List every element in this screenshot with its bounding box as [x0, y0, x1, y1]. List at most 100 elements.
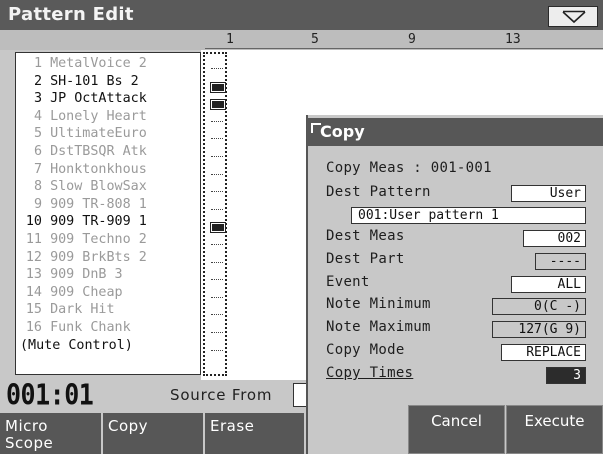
track-row[interactable]: 16 Funk Chank	[18, 320, 200, 336]
dest-part-field[interactable]: ----	[535, 253, 586, 270]
track-name: JP OctAttack	[50, 91, 147, 107]
execute-button[interactable]: Execute	[506, 405, 603, 454]
track-row[interactable]: 7 Honktonkhous	[18, 162, 200, 178]
note-minimum-label: Note Minimum	[326, 296, 431, 312]
track-row[interactable]: 13 909 DnB 3	[18, 267, 200, 283]
pattern-empty-cell[interactable]	[211, 156, 223, 159]
pattern-empty-cell[interactable]	[211, 261, 223, 265]
track-row[interactable]: 1 MetalVoice 2	[18, 56, 200, 72]
track-name: Slow BlowSax	[50, 179, 147, 195]
track-number: 13	[25, 267, 42, 283]
copy-button[interactable]: Copy	[103, 413, 205, 454]
mute-control-row[interactable]: (Mute Control)	[20, 338, 202, 354]
track-name: UltimateEuro	[50, 126, 147, 142]
track-name: MetalVoice 2	[50, 56, 147, 71]
source-from-label: Source From	[170, 386, 273, 404]
measure-cursor-column[interactable]	[203, 52, 227, 376]
micro-scope-label: Micro Scope	[5, 417, 54, 452]
track-name: 909 DnB 3	[50, 267, 123, 283]
event-field[interactable]: ALL	[511, 276, 586, 293]
track-row[interactable]: 15 Dark Hit	[18, 302, 200, 318]
track-name: 909 TR-808 1	[50, 196, 147, 212]
note-minimum-field[interactable]: 0(C -)	[492, 298, 586, 315]
track-row[interactable]: 11 909 Techno 2	[18, 232, 200, 248]
note-maximum-field[interactable]: 127(G 9)	[492, 321, 586, 338]
source-from-field[interactable]	[293, 383, 307, 407]
pattern-empty-cell[interactable]	[211, 208, 223, 212]
track-row[interactable]: 6 DstTBSQR Atk	[18, 144, 200, 160]
ruler-mark: 13	[505, 32, 521, 47]
pattern-empty-cell[interactable]	[211, 296, 223, 300]
pattern-empty-cell[interactable]	[211, 191, 223, 194]
track-row[interactable]: 10 909 TR-909 1	[18, 214, 200, 230]
track-name: Dark Hit	[50, 302, 115, 318]
copy-label: Copy	[108, 417, 149, 435]
track-name: Lonely Heart	[50, 108, 147, 124]
pattern-empty-cell[interactable]	[211, 68, 223, 71]
track-number: 7	[33, 161, 42, 177]
track-number: 14	[25, 284, 42, 300]
track-row[interactable]: 3 JP OctAttack	[18, 91, 200, 107]
track-number: 1	[33, 56, 42, 71]
dest-part-label: Dest Part	[326, 251, 405, 267]
pattern-empty-cell[interactable]	[211, 279, 223, 282]
pattern-empty-cell[interactable]	[211, 314, 223, 317]
track-row[interactable]: 8 Slow BlowSax	[18, 179, 200, 195]
ruler-mark: 9	[408, 32, 416, 47]
track-name: 909 TR-909 1	[50, 214, 147, 230]
pattern-empty-cell[interactable]	[211, 332, 223, 335]
copy-mode-field[interactable]: REPLACE	[501, 344, 586, 361]
dest-meas-field[interactable]: 002	[523, 230, 586, 247]
pattern-data-cell[interactable]	[211, 223, 225, 233]
track-number: 9	[33, 196, 42, 212]
track-number: 3	[33, 91, 42, 107]
ruler-mark: 5	[311, 32, 319, 47]
cancel-button[interactable]: Cancel	[408, 405, 505, 454]
track-name: 909 Techno 2	[50, 232, 147, 247]
track-row[interactable]: 9 909 TR-808 1	[18, 197, 200, 213]
track-row[interactable]: 4 Lonely Heart	[18, 109, 200, 125]
track-name: Honktonkhous	[50, 161, 147, 177]
track-number: 6	[33, 144, 42, 159]
triangle-down-icon	[562, 10, 586, 24]
note-maximum-label: Note Maximum	[326, 319, 431, 335]
event-label: Event	[326, 274, 370, 290]
pattern-empty-cell[interactable]	[211, 244, 223, 247]
track-number: 5	[33, 126, 42, 142]
ruler-mark: 1	[226, 32, 234, 47]
track-name: 909 Cheap	[50, 284, 123, 300]
pattern-empty-cell[interactable]	[211, 138, 223, 141]
pattern-empty-cell[interactable]	[211, 349, 223, 353]
micro-scope-button[interactable]: Micro Scope	[0, 413, 103, 454]
ruler-divider	[205, 48, 603, 49]
track-row[interactable]: 5 UltimateEuro	[18, 126, 200, 142]
measure-position: 001:01	[6, 378, 94, 412]
copy-times-field[interactable]: 3	[546, 367, 586, 384]
track-row[interactable]: 2 SH-101 Bs 2	[18, 74, 200, 90]
track-number: 11	[25, 232, 42, 247]
dest-pattern-name-field[interactable]: 001:User pattern 1	[351, 207, 586, 224]
track-number: 15	[25, 302, 42, 318]
copy-times-label: Copy Times	[326, 365, 414, 381]
pattern-data-cell[interactable]	[211, 82, 225, 92]
track-row[interactable]: 12 909 BrkBts 2	[18, 250, 200, 266]
track-row[interactable]: 14 909 Cheap	[18, 285, 200, 301]
track-name: 909 BrkBts 2	[50, 249, 147, 265]
menu-button[interactable]	[548, 6, 598, 27]
pattern-empty-cell[interactable]	[211, 173, 223, 177]
track-number: 8	[33, 179, 42, 195]
track-number: 10	[25, 214, 42, 230]
erase-button[interactable]: Erase	[205, 413, 306, 454]
pattern-data-cell[interactable]	[211, 100, 225, 110]
page-title: Pattern Edit	[8, 4, 134, 25]
dest-meas-label: Dest Meas	[326, 228, 405, 244]
track-name: Funk Chank	[50, 320, 131, 335]
track-number: 16	[25, 320, 42, 335]
track-list: 1 MetalVoice 2 2 SH-101 Bs 23 JP OctAttac…	[15, 52, 201, 375]
track-number: 12	[25, 249, 42, 265]
copy-meas-label: Copy Meas : 001-001	[326, 160, 492, 176]
dest-pattern-field[interactable]: User	[511, 185, 586, 202]
track-number: 2	[33, 73, 42, 89]
dest-pattern-label: Dest Pattern	[326, 184, 431, 200]
pattern-empty-cell[interactable]	[211, 120, 223, 124]
